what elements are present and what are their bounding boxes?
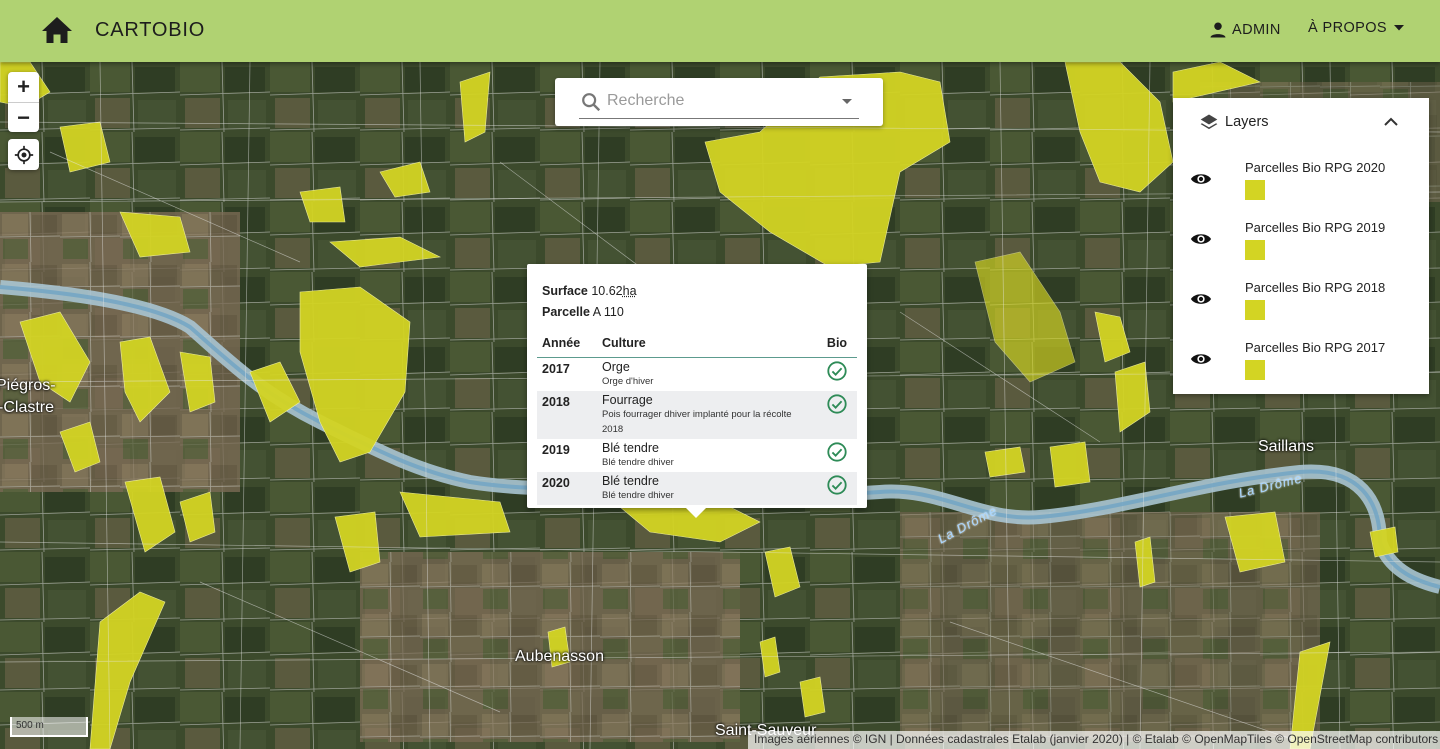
eye-icon[interactable] <box>1190 170 1212 188</box>
zoom-in-button[interactable]: + <box>8 72 39 102</box>
place-label-saillans: Saillans <box>1258 438 1315 455</box>
table-row: 2017 Orge Orge d'hiver <box>537 358 857 392</box>
check-circle-icon <box>827 394 847 414</box>
layers-panel: Layers Parcelles Bio RPG 2020 Parcelles … <box>1173 98 1429 394</box>
layer-item: Parcelles Bio RPG 2018 <box>1173 280 1429 336</box>
chevron-up-icon[interactable] <box>1383 114 1399 130</box>
app-title[interactable]: CARTOBIO <box>95 19 205 42</box>
column-header-bio: Bio <box>817 332 857 358</box>
place-label-aubenasson: Aubenasson <box>515 648 604 665</box>
table-row: 2020 Blé tendre Blé tendre dhiver <box>537 472 857 505</box>
layer-item: Parcelles Bio RPG 2019 <box>1173 220 1429 276</box>
place-label-clastre: -Clastre <box>0 399 55 416</box>
column-header-culture: Culture <box>597 332 817 358</box>
admin-button[interactable]: ADMIN <box>1208 20 1281 40</box>
home-icon[interactable] <box>40 14 74 46</box>
search-icon <box>582 93 601 112</box>
check-circle-icon <box>827 475 847 495</box>
parcel-popup: Surface 10.62ha Parcelle A 110 Année Cul… <box>527 264 867 518</box>
layers-header[interactable]: Layers <box>1199 112 1269 132</box>
column-header-year: Année <box>537 332 597 358</box>
culture-history-table: Année Culture Bio 2017 Orge Orge d'hiver … <box>537 332 857 505</box>
place-label-piegros: Piégros- <box>0 377 56 394</box>
layer-label: Parcelles Bio RPG 2018 <box>1245 280 1386 295</box>
surface-info: Surface 10.62ha <box>542 284 637 298</box>
layer-label: Parcelles Bio RPG 2019 <box>1245 220 1386 235</box>
layer-color-swatch <box>1245 300 1265 320</box>
zoom-controls: + − <box>8 72 39 132</box>
app-header: CARTOBIO ADMIN À PROPOS <box>0 0 1440 62</box>
map-attribution: Images aériennes © IGN | Données cadastr… <box>748 731 1440 749</box>
search-input[interactable] <box>607 90 827 112</box>
parcelle-info: Parcelle A 110 <box>542 305 624 319</box>
about-label: À PROPOS <box>1308 20 1387 36</box>
layer-color-swatch <box>1245 240 1265 260</box>
zoom-out-button[interactable]: − <box>8 102 39 132</box>
layer-label: Parcelles Bio RPG 2017 <box>1245 340 1386 355</box>
layers-title: Layers <box>1225 114 1269 130</box>
layer-color-swatch <box>1245 180 1265 200</box>
layer-label: Parcelles Bio RPG 2020 <box>1245 160 1386 175</box>
layers-icon <box>1200 114 1218 130</box>
search-underline <box>579 118 859 119</box>
table-row: 2018 Fourrage Pois fourrager dhiver impla… <box>537 391 857 439</box>
table-row: 2019 Blé tendre Blé tendre dhiver <box>537 439 857 472</box>
dropdown-arrow-icon[interactable] <box>841 98 853 106</box>
layer-color-swatch <box>1245 360 1265 380</box>
eye-icon[interactable] <box>1190 230 1212 248</box>
layer-item: Parcelles Bio RPG 2020 <box>1173 160 1429 216</box>
check-circle-icon <box>827 442 847 462</box>
layer-item: Parcelles Bio RPG 2017 <box>1173 340 1429 396</box>
eye-icon[interactable] <box>1190 350 1212 368</box>
search-box <box>555 78 883 126</box>
user-icon <box>1210 22 1226 38</box>
geolocate-button[interactable] <box>8 139 39 170</box>
eye-icon[interactable] <box>1190 290 1212 308</box>
check-circle-icon <box>827 361 847 381</box>
caret-down-icon <box>1393 25 1404 31</box>
admin-label: ADMIN <box>1232 22 1281 38</box>
about-menu-button[interactable]: À PROPOS <box>1308 20 1405 36</box>
crosshair-icon <box>14 145 33 164</box>
scale-bar: 500 m <box>10 717 88 737</box>
popup-tip <box>685 507 707 518</box>
